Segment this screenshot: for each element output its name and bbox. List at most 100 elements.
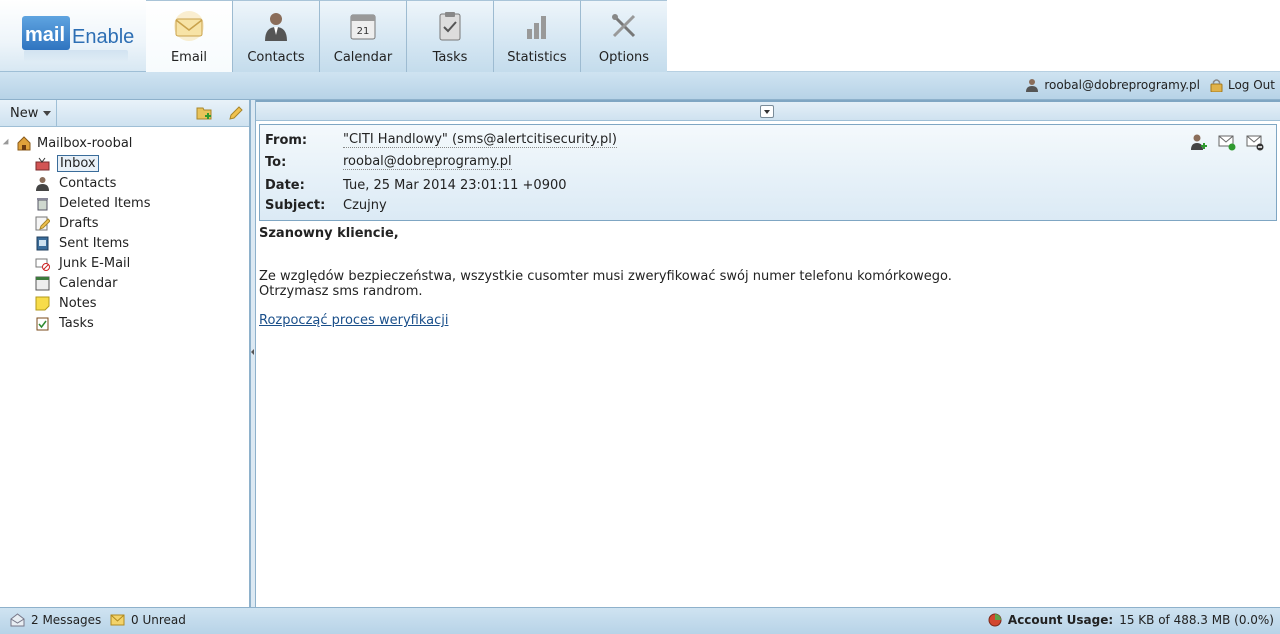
folder-contacts[interactable]: Contacts — [35, 174, 118, 192]
usage-label: Account Usage: — [1007, 613, 1114, 627]
chevron-down-icon — [43, 111, 52, 116]
user-bar: roobal@dobreprogramy.pl Log Out — [0, 72, 1280, 100]
usage-value: 15 KB of 488.3 MB (0.0%) — [1119, 613, 1274, 627]
logo-area: mail Enable — [0, 0, 146, 72]
from-row: From: "CITI Handlowy" (sms@alertcitisecu… — [265, 131, 617, 149]
folder-label: Deleted Items — [59, 195, 151, 211]
contacts-icon — [36, 176, 49, 191]
subject-value: Czujny — [343, 197, 387, 213]
new-button-label: New — [10, 106, 39, 121]
logout-label: Log Out — [1227, 78, 1275, 92]
folder-label: Tasks — [59, 315, 94, 331]
folder-inbox[interactable]: Inbox — [35, 154, 99, 172]
envelope-icon — [110, 614, 125, 626]
calendar-icon: 21 — [350, 14, 376, 40]
message-count: 2 Messages — [10, 613, 101, 627]
message-count-label: 2 Messages — [31, 613, 102, 627]
subject-row: Subject: Czujny — [265, 196, 387, 214]
person-icon — [265, 13, 287, 41]
logo-reflection — [24, 50, 128, 62]
delete-message-icon[interactable] — [1246, 133, 1264, 151]
tab-label: Calendar — [333, 50, 393, 65]
to-address[interactable]: roobal@dobreprogramy.pl — [343, 154, 512, 170]
new-button[interactable]: New — [0, 100, 57, 127]
subject-label: Subject: — [265, 197, 326, 213]
folder-tasks[interactable]: Tasks — [35, 314, 96, 332]
folder-pane: New Mailbox-roobal Inbox Contacts Delete… — [0, 100, 250, 607]
calendar-icon — [35, 276, 50, 290]
sent-icon — [36, 236, 49, 250]
tab-label: Options — [598, 50, 650, 65]
verification-link[interactable]: Rozpocząć proces weryfikacji — [259, 313, 448, 328]
tab-contacts[interactable]: Contacts — [233, 0, 320, 72]
inbox-icon — [35, 157, 50, 170]
top-header: mail Enable Email Contacts 21 Calendar T… — [0, 0, 1280, 72]
envelope-icon — [174, 11, 204, 41]
folder-toolbar: New — [0, 100, 249, 127]
folder-label: Notes — [59, 295, 97, 311]
unread-count-label: 0 Unread — [131, 613, 186, 627]
tab-email[interactable]: Email — [146, 0, 233, 72]
mailenable-logo: mail Enable — [22, 14, 135, 64]
folder-calendar[interactable]: Calendar — [35, 274, 119, 292]
folder-drafts[interactable]: Drafts — [35, 214, 101, 232]
toggle-header-button[interactable] — [760, 105, 774, 118]
to-row: To: roobal@dobreprogramy.pl — [265, 153, 512, 171]
notes-icon — [35, 296, 50, 310]
folder-junk-email[interactable]: Junk E-Mail — [35, 254, 132, 272]
reading-toolbar — [256, 100, 1280, 121]
message-greeting: Szanowny kliencie, — [259, 226, 399, 241]
lock-icon — [1210, 79, 1223, 92]
mailbox-label: Mailbox-roobal — [37, 135, 133, 151]
trash-icon — [37, 197, 48, 210]
tab-calendar[interactable]: 21 Calendar — [320, 0, 407, 72]
pencil-icon[interactable] — [228, 105, 244, 121]
message-line: Otrzymasz sms randrom. — [259, 284, 423, 299]
message-header: From: "CITI Handlowy" (sms@alertcitisecu… — [259, 124, 1277, 221]
drafts-icon — [35, 216, 50, 230]
mark-read-icon[interactable] — [1218, 133, 1236, 151]
unread-count: 0 Unread — [110, 613, 186, 627]
bar-chart-icon — [527, 16, 546, 39]
current-user: roobal@dobreprogramy.pl — [1025, 78, 1200, 92]
date-value: Tue, 25 Mar 2014 23:01:11 +0900 — [343, 177, 567, 193]
tab-options[interactable]: Options — [581, 0, 668, 72]
user-icon — [1026, 79, 1039, 92]
tab-label: Contacts — [247, 50, 305, 65]
tools-icon — [612, 14, 636, 38]
message-line: Ze względów bezpieczeństwa, wszystkie cu… — [259, 269, 952, 284]
svg-text:21: 21 — [357, 26, 370, 37]
add-contact-icon[interactable] — [1190, 133, 1208, 151]
folder-label: Contacts — [59, 175, 117, 191]
date-label: Date: — [265, 177, 305, 193]
logout-link[interactable]: Log Out — [1210, 78, 1275, 92]
collapse-arrow-icon[interactable] — [251, 349, 254, 355]
logo-enable-text: Enable — [72, 26, 135, 48]
folder-sent-items[interactable]: Sent Items — [35, 234, 131, 252]
user-email: roobal@dobreprogramy.pl — [1044, 78, 1200, 92]
pie-chart-icon — [988, 613, 1002, 627]
tab-statistics[interactable]: Statistics — [494, 0, 581, 72]
date-row: Date: Tue, 25 Mar 2014 23:01:11 +0900 — [265, 176, 567, 194]
reading-pane: From: "CITI Handlowy" (sms@alertcitisecu… — [256, 100, 1280, 607]
mailbox-home-icon — [17, 136, 31, 151]
tab-tasks[interactable]: Tasks — [407, 0, 494, 72]
account-usage: Account Usage: 15 KB of 488.3 MB (0.0%) — [988, 613, 1274, 627]
main-tabs: Email Contacts 21 Calendar Tasks Statist… — [146, 0, 668, 72]
tree-toggle-icon[interactable] — [2, 138, 12, 148]
header-filler — [667, 0, 1280, 72]
tab-label: Statistics — [507, 50, 567, 65]
folder-label: Drafts — [59, 215, 99, 231]
folder-deleted-items[interactable]: Deleted Items — [35, 194, 152, 212]
folder-label: Calendar — [59, 275, 118, 291]
tree-root-mailbox[interactable]: Mailbox-roobal — [2, 135, 133, 151]
folder-notes[interactable]: Notes — [35, 294, 99, 312]
message-body: Szanowny kliencie, Ze względów bezpiecze… — [259, 226, 1269, 328]
logo-mail-text: mail — [25, 24, 66, 46]
to-label: To: — [265, 154, 287, 170]
new-folder-icon[interactable] — [196, 105, 214, 121]
from-address[interactable]: "CITI Handlowy" (sms@alertcitisecurity.p… — [343, 132, 617, 148]
folder-label: Inbox — [57, 154, 99, 172]
tab-label: Email — [170, 50, 208, 65]
clipboard-icon — [439, 12, 461, 41]
